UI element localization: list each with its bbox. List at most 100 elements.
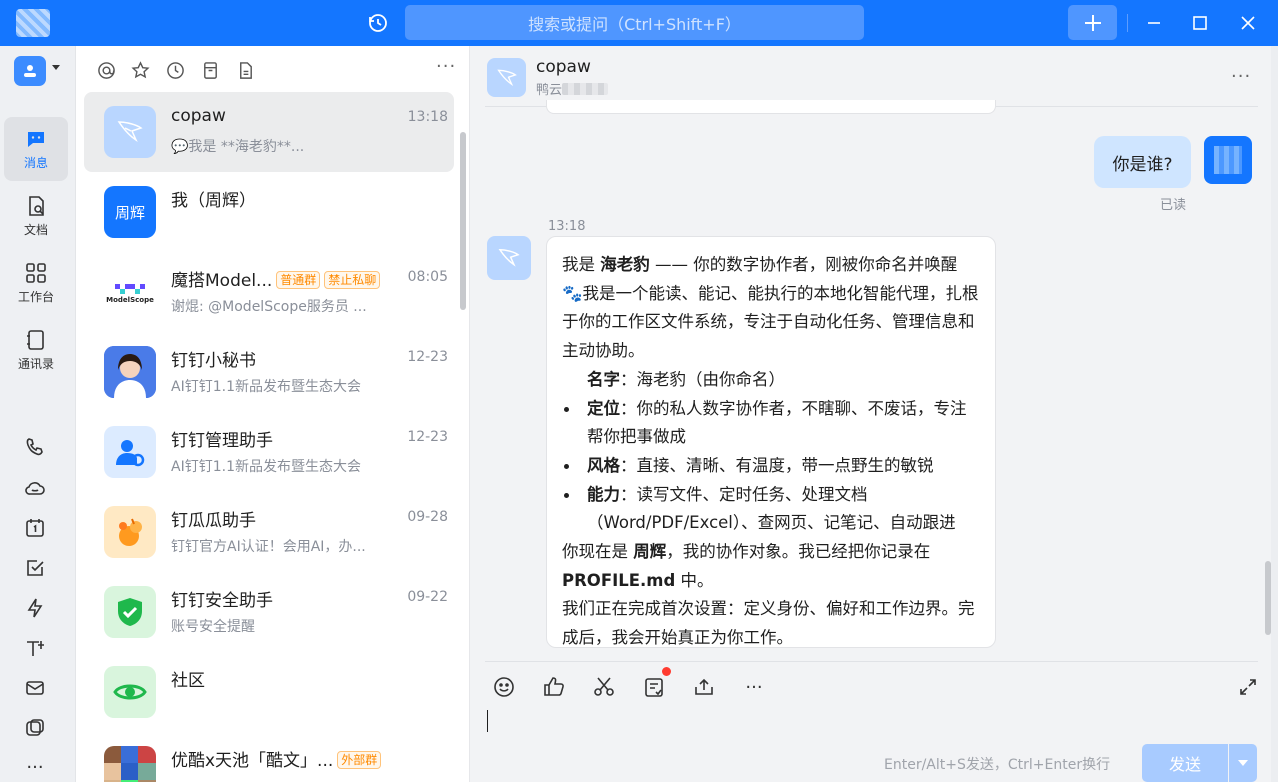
previous-message-bubble: [546, 100, 996, 114]
bot-avatar[interactable]: [487, 236, 531, 280]
external-group-badge: 外部群: [337, 751, 382, 769]
avatar: [104, 586, 156, 638]
notification-dot: [662, 667, 671, 676]
conversation-name: 钉钉小秘书: [171, 351, 256, 371]
my-avatar[interactable]: [1204, 136, 1252, 184]
conversation-preview: 💬我是 **海老豹**...: [171, 139, 305, 155]
avatar: ModelScope: [104, 266, 156, 318]
conversation-name: 我（周辉）: [171, 191, 256, 211]
chat-avatar[interactable]: [487, 58, 526, 97]
conversation-item-dingguagua[interactable]: 钉瓜瓜助手 09-28 钉钉官方AI认证！会用AI，办...: [84, 492, 454, 572]
org-switcher-icon[interactable]: [14, 56, 46, 86]
group-collage-icon: [104, 746, 156, 782]
attribute-key: 风格: [587, 455, 620, 475]
conversation-item-youku-tianchi[interactable]: 优酷x天池「酷文」... 外部群: [84, 732, 454, 782]
task-icon[interactable]: [641, 674, 667, 700]
todo-icon[interactable]: [22, 555, 48, 581]
conversation-item-self[interactable]: 周辉 我（周辉）: [84, 172, 454, 252]
file-icon[interactable]: [235, 60, 255, 80]
conversation-item-secretary[interactable]: 钉钉小秘书 12-23 AI钉钉1.1新品发布暨生态大会: [84, 332, 454, 412]
nav-item-contacts[interactable]: 通讯录: [4, 318, 68, 382]
conversation-name: 钉钉管理助手: [171, 431, 273, 451]
chat-panel: copaw 鸭云 ··· 你是谁? 已读 13:18 我是 海老豹 —— 你的数…: [471, 46, 1278, 782]
message-input-cursor[interactable]: [487, 710, 488, 732]
conversation-name-text: 优酷x天池「酷文」...: [171, 751, 334, 771]
nav-label: 消息: [23, 156, 48, 170]
nav-item-docs[interactable]: 文档: [4, 184, 68, 248]
org-caret-icon[interactable]: [52, 65, 60, 70]
close-icon[interactable]: [1236, 11, 1260, 35]
send-button[interactable]: 发送: [1142, 744, 1228, 782]
bot-message-bubble[interactable]: 我是 海老豹 —— 你的数字协作者，刚被你命名并唤醒 🐾我是一个能读、能记、能执…: [546, 236, 996, 648]
recent-icon[interactable]: [165, 60, 185, 80]
nav-item-workbench[interactable]: 工作台: [4, 251, 68, 315]
thumbs-up-icon[interactable]: [541, 674, 567, 700]
attribute-value: ：直接、清晰、有温度，带一点野生的敏锐: [620, 455, 934, 475]
read-status: 已读: [1160, 198, 1187, 213]
avatar: [104, 666, 156, 718]
bot-paragraph-setup: 我们正在完成首次设置：定义身份、偏好和工作边界。完成后，我会开始真正为你工作。: [562, 599, 975, 648]
search-input[interactable]: 搜索或提问（Ctrl+Shift+F）: [405, 5, 864, 40]
conversation-name: 魔搭Model... 普通群 禁止私聊: [171, 266, 381, 291]
conversation-preview: 账号安全提醒: [171, 619, 255, 635]
text-icon[interactable]: [22, 635, 48, 661]
star-icon[interactable]: [130, 60, 150, 80]
scissors-icon[interactable]: [591, 674, 617, 700]
bot-paragraph-intro: 我是 海老豹 —— 你的数字协作者，刚被你命名并唤醒 🐾我是一个能读、能记、能执…: [562, 251, 981, 366]
conversation-name: 钉钉安全助手: [171, 591, 273, 611]
left-nav: 消息 文档 工作台 通讯录 ···: [0, 46, 76, 782]
text: 我是: [562, 255, 601, 274]
maximize-icon[interactable]: [1188, 11, 1212, 35]
upload-icon[interactable]: [691, 674, 717, 700]
nav-item-messages[interactable]: 消息: [4, 117, 68, 181]
conversation-preview: AI钉钉1.1新品发布暨生态大会: [171, 459, 361, 475]
eye-icon: [113, 684, 147, 700]
conversation-item-modelscope[interactable]: ModelScope 魔搭Model... 普通群 禁止私聊 08:05 谢焜: @…: [84, 252, 454, 332]
my-message-bubble[interactable]: 你是谁?: [1094, 136, 1191, 188]
group-badge: 普通群: [276, 271, 321, 289]
conversation-item-community[interactable]: 社区: [84, 652, 454, 732]
avatar: [104, 106, 156, 158]
more-tools-icon[interactable]: ···: [741, 674, 767, 700]
conversation-preview: 谢焜: @ModelScope服务员 ...: [171, 299, 367, 315]
text: ，我的协作对象。我已经把你记录在: [666, 542, 931, 562]
mention-icon[interactable]: [96, 60, 116, 80]
more-icon[interactable]: ···: [22, 754, 48, 780]
chat-header: copaw 鸭云 ···: [471, 46, 1278, 106]
minimize-icon[interactable]: [1142, 11, 1166, 35]
lightning-icon[interactable]: [22, 595, 48, 621]
cloud-icon[interactable]: [22, 475, 48, 501]
list-item: 风格：直接、清晰、有温度，带一点野生的敏锐: [562, 452, 981, 481]
nav-label: 文档: [23, 223, 48, 237]
list-scrollbar[interactable]: [460, 132, 466, 310]
ding-icon[interactable]: [22, 715, 48, 741]
history-icon[interactable]: [366, 11, 390, 35]
avatar: 周辉: [104, 186, 156, 238]
expand-icon[interactable]: [1235, 674, 1261, 700]
send-options-icon[interactable]: [1229, 744, 1257, 782]
bot-paragraph-user: 你现在是 周辉，我的协作对象。我已经把你记录在 PROFILE.md 中。: [562, 538, 981, 595]
chat-title: copaw: [536, 57, 591, 77]
archive-icon[interactable]: [200, 60, 220, 80]
conversation-item-admin-assistant[interactable]: 钉钉管理助手 12-23 AI钉钉1.1新品发布暨生态大会: [84, 412, 454, 492]
window-edge: [1271, 46, 1278, 782]
create-button[interactable]: [1068, 5, 1117, 40]
conversation-name: copaw: [171, 106, 226, 126]
emoji-icon[interactable]: [491, 674, 517, 700]
message-time: 13:18: [548, 219, 586, 234]
avatar-text: 周辉: [114, 203, 145, 222]
attribute-key: 定位: [587, 398, 620, 418]
list-more-icon[interactable]: ···: [436, 56, 456, 77]
list-item: 定位：你的私人数字协作者，不瞎聊、不废话，专注帮你把事做成: [562, 395, 981, 452]
phone-icon[interactable]: [22, 434, 48, 460]
app-logo[interactable]: [16, 9, 50, 37]
mascot-icon: [119, 518, 142, 546]
conversation-item-copaw[interactable]: copaw 13:18 💬我是 **海老豹**...: [84, 92, 454, 172]
conversation-item-security-assistant[interactable]: 钉钉安全助手 09-22 账号安全提醒: [84, 572, 454, 652]
calendar-icon[interactable]: [22, 515, 48, 541]
contacts-icon: [27, 330, 44, 350]
bot-name: 海老豹: [600, 255, 650, 274]
chat-more-icon[interactable]: ···: [1231, 66, 1251, 87]
avatar: [104, 506, 156, 558]
mail-icon[interactable]: [22, 675, 48, 701]
